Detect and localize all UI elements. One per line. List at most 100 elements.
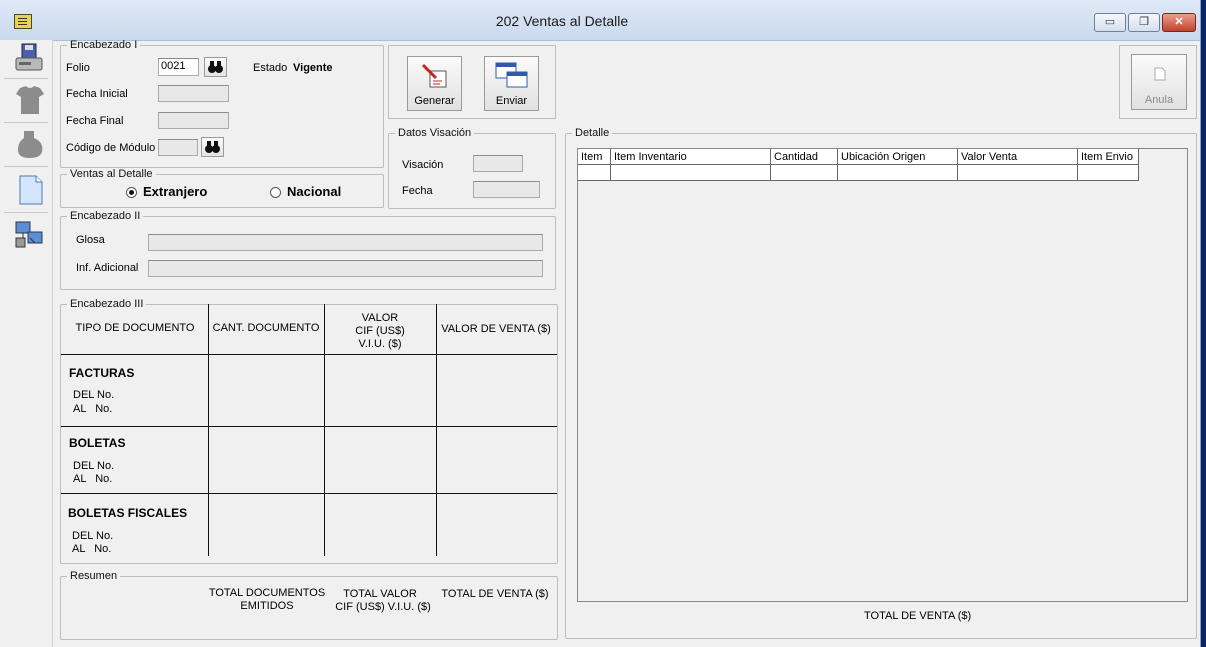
binoculars-icon <box>208 61 223 73</box>
visacion-fecha-input[interactable] <box>473 181 540 198</box>
total-documentos-line2: EMITIDOS <box>240 600 294 612</box>
extranjero-label[interactable]: Extranjero <box>143 184 207 199</box>
row-boletas-del: DEL No. <box>73 460 115 472</box>
bag-icon[interactable] <box>14 128 46 160</box>
codigo-modulo-input[interactable] <box>158 139 198 156</box>
nacional-radio[interactable] <box>270 187 281 198</box>
anula-panel <box>1119 45 1197 119</box>
grid-line <box>61 354 557 355</box>
grid-line <box>436 304 437 556</box>
fecha-final-label: Fecha Final <box>66 115 124 127</box>
network-icon[interactable] <box>14 218 46 250</box>
save-icon[interactable] <box>14 42 46 74</box>
windows-icon <box>495 62 528 88</box>
generar-label: Generar <box>414 95 455 107</box>
grid-cell[interactable] <box>958 165 1078 181</box>
generate-document-icon <box>421 63 447 88</box>
col-tipo-documento: TIPO DE DOCUMENTO <box>75 322 195 334</box>
col-valor-line1: VALOR <box>361 312 399 324</box>
toolbar-separator <box>4 212 48 213</box>
row-facturas-title: FACTURAS <box>69 366 135 380</box>
row-facturas-al: AL No. <box>73 403 113 415</box>
new-document-icon[interactable] <box>14 174 46 206</box>
restore-button[interactable]: ❐ <box>1128 13 1160 32</box>
fecha-inicial-input[interactable] <box>158 85 229 102</box>
visacion-fecha-label: Fecha <box>402 185 433 197</box>
col-ubicacion-origen[interactable]: Ubicación Origen <box>838 149 958 165</box>
ventas-al-detalle-legend: Ventas al Detalle <box>70 168 153 180</box>
close-button[interactable]: ✕ <box>1162 13 1196 32</box>
left-toolbar <box>0 40 53 647</box>
enviar-label: Enviar <box>495 95 528 107</box>
row-boletas-fiscales-al: AL No. <box>72 543 112 555</box>
grid-line <box>324 304 325 556</box>
encabezado-iii-group: Encabezado III <box>60 298 558 564</box>
col-valor-line3: V.I.U. ($) <box>358 338 402 350</box>
total-documentos-line1: TOTAL DOCUMENTOS <box>208 587 326 599</box>
grid-cell[interactable] <box>578 165 611 181</box>
fecha-final-input[interactable] <box>158 112 229 129</box>
detalle-total-label: TOTAL DE VENTA ($) <box>864 610 972 622</box>
detalle-grid[interactable]: Item Item Inventario Cantidad Ubicación … <box>577 148 1188 602</box>
grid-line <box>61 426 557 427</box>
shirt-icon[interactable] <box>14 84 46 116</box>
restore-icon: ❐ <box>1139 16 1149 28</box>
col-cantidad[interactable]: Cantidad <box>771 149 838 165</box>
col-item-inventario[interactable]: Item Inventario <box>611 149 771 165</box>
close-icon: ✕ <box>1174 16 1184 28</box>
row-boletas-al: AL No. <box>73 473 113 485</box>
total-venta-label: TOTAL DE VENTA ($) <box>441 588 549 600</box>
inf-adicional-label: Inf. Adicional <box>76 262 139 274</box>
encabezado-ii-legend: Encabezado II <box>70 210 141 222</box>
window-title: 202 Ventas al Detalle <box>495 13 629 29</box>
col-cant-documento: CANT. DOCUMENTO <box>212 322 320 334</box>
row-boletas-fiscales-title: BOLETAS FISCALES <box>68 506 188 520</box>
fecha-inicial-label: Fecha Inicial <box>66 88 128 100</box>
toolbar-separator <box>4 166 48 167</box>
col-valor-line2: CIF (US$) <box>355 325 405 337</box>
detalle-legend: Detalle <box>575 127 610 139</box>
estado-value: Vigente <box>293 62 333 74</box>
resumen-legend: Resumen <box>70 570 118 582</box>
total-valor-line1: TOTAL VALOR <box>343 588 417 600</box>
visacion-input[interactable] <box>473 155 523 172</box>
visacion-label: Visación <box>402 159 444 171</box>
row-facturas-del: DEL No. <box>73 389 115 401</box>
row-boletas-fiscales-del: DEL No. <box>72 530 114 542</box>
enviar-button[interactable]: Enviar <box>484 56 539 111</box>
generar-button[interactable]: Generar <box>407 56 462 111</box>
grid-cell[interactable] <box>838 165 958 181</box>
folio-input[interactable]: 0021 <box>158 58 199 76</box>
glosa-input[interactable] <box>148 234 543 251</box>
binoculars-icon <box>205 141 220 153</box>
estado-label: Estado <box>253 62 288 74</box>
nacional-label[interactable]: Nacional <box>287 184 341 199</box>
title-bar: 202 Ventas al Detalle ▭ ❐ ✕ <box>0 0 1200 41</box>
col-item[interactable]: Item <box>578 149 611 165</box>
glosa-label: Glosa <box>76 234 105 246</box>
codigo-modulo-label: Código de Módulo <box>66 142 156 154</box>
row-boletas-title: BOLETAS <box>69 436 126 450</box>
datos-visacion-legend: Datos Visación <box>398 127 472 139</box>
col-valor-venta: VALOR DE VENTA ($) <box>441 323 551 335</box>
folio-search-button[interactable] <box>204 57 227 77</box>
encabezado-iii-legend: Encabezado III <box>70 298 144 310</box>
minimize-icon: ▭ <box>1104 16 1116 28</box>
col-valor-venta[interactable]: Valor Venta <box>958 149 1078 165</box>
grid-line <box>61 493 557 494</box>
total-valor-line2: CIF (US$) V.I.U. ($) <box>335 601 431 613</box>
toolbar-separator <box>4 78 48 79</box>
codigo-modulo-search-button[interactable] <box>201 137 224 157</box>
main-window: 202 Ventas al Detalle ▭ ❐ ✕ Encabezado I… <box>0 0 1201 647</box>
inf-adicional-input[interactable] <box>148 260 543 277</box>
col-item-envio[interactable]: Item Envio <box>1078 149 1139 165</box>
folio-label: Folio <box>66 62 90 74</box>
grid-cell[interactable] <box>1078 165 1139 181</box>
minimize-button[interactable]: ▭ <box>1094 13 1126 32</box>
grid-line <box>208 304 209 556</box>
grid-cell[interactable] <box>611 165 771 181</box>
extranjero-radio[interactable] <box>126 187 137 198</box>
grid-cell[interactable] <box>771 165 838 181</box>
encabezado-i-legend: Encabezado I <box>70 39 138 51</box>
toolbar-separator <box>4 122 48 123</box>
